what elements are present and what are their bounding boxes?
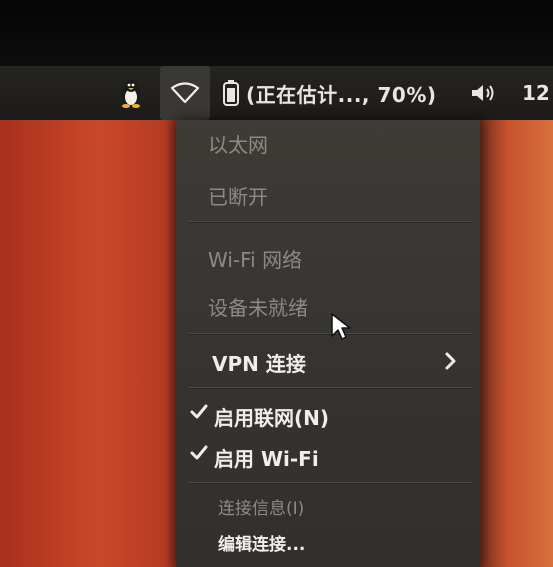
battery-icon: [223, 80, 239, 106]
volume-indicator[interactable]: [464, 66, 504, 120]
top-panel: (正在估计..., 70%) 12: [0, 66, 553, 120]
wifi-header-label: Wi-Fi 网络: [208, 248, 303, 272]
chevron-right-icon: [445, 352, 456, 370]
battery-indicator[interactable]: (正在估计..., 70%): [222, 66, 452, 120]
checkmark-icon: [190, 404, 208, 419]
tux-indicator[interactable]: [112, 66, 150, 120]
edit-connections-label: 编辑连接...: [218, 535, 306, 555]
clock-indicator[interactable]: 12: [522, 66, 550, 120]
tux-penguin-icon: [122, 80, 140, 108]
menu-separator: [188, 387, 472, 389]
wifi-network-icon: [170, 82, 200, 104]
vpn-connections-label: VPN 连接: [212, 352, 306, 376]
network-menu: 以太网 已断开 Wi-Fi 网络 设备未就绪 VPN 连接 启用联网(N) 启用…: [176, 120, 480, 567]
battery-status-text: (正在估计..., 70%): [246, 82, 437, 107]
checkmark-icon: [190, 445, 208, 460]
wifi-status-label: 设备未就绪: [208, 296, 308, 320]
menu-separator: [188, 482, 472, 484]
connection-info-label: 连接信息(I): [218, 499, 305, 519]
network-indicator[interactable]: [160, 66, 210, 120]
ethernet-header-label: 以太网: [208, 133, 268, 157]
screen-bezel: [0, 0, 553, 66]
mouse-cursor-icon: [331, 313, 351, 340]
enable-networking-label: 启用联网(N): [214, 406, 330, 430]
volume-icon: [472, 85, 494, 101]
ethernet-status-label: 已断开: [208, 185, 268, 209]
menu-separator: [188, 221, 472, 223]
enable-wifi-label: 启用 Wi-Fi: [214, 447, 319, 471]
